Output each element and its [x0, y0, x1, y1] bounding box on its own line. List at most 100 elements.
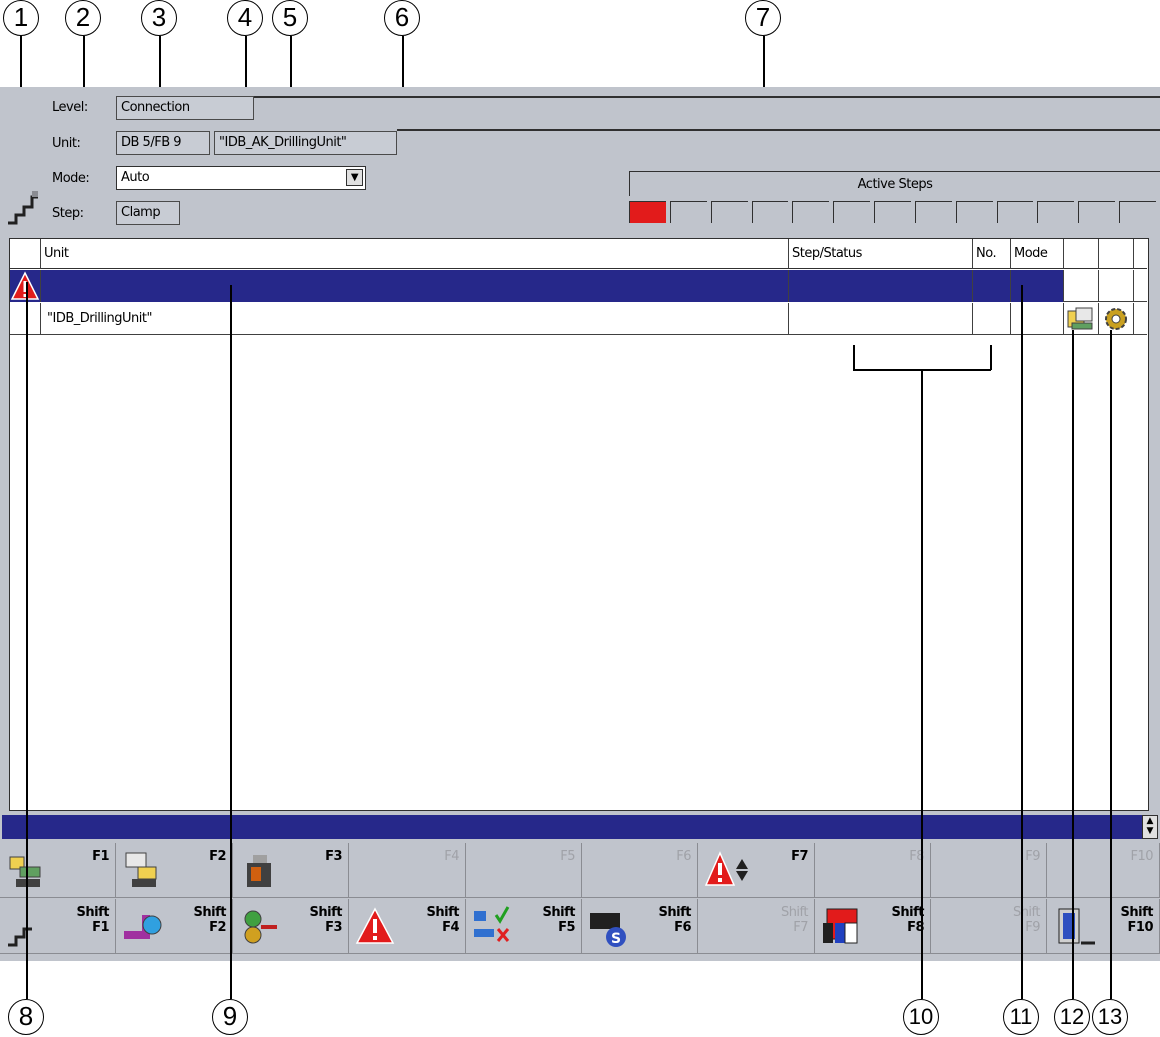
leader-line: [230, 285, 232, 999]
step-field: Clamp: [116, 201, 180, 225]
fkey-f1[interactable]: F1: [0, 843, 116, 898]
fkey-shift-f4[interactable]: Shift F4: [349, 899, 466, 954]
mode-cell: [1011, 270, 1064, 302]
level-line: [254, 96, 1160, 98]
alarm-navigation-icon: [704, 851, 748, 886]
col-extra-3: [1134, 239, 1147, 269]
fkey-shift-f9[interactable]: Shift F9: [931, 899, 1047, 954]
unit-line: [397, 129, 1160, 131]
fkey-shift-f7[interactable]: Shift F7: [698, 899, 815, 954]
callout-12: 12: [1054, 999, 1090, 1035]
fkey-f5[interactable]: F5: [466, 843, 582, 898]
step-status-cell: [789, 270, 973, 302]
col-unit[interactable]: Unit: [41, 239, 789, 269]
col-icon: [10, 239, 41, 269]
color-windows-icon: [823, 908, 858, 944]
extra-cell[interactable]: [1099, 303, 1134, 335]
no-cell: [973, 303, 1011, 335]
mode-label: Mode:: [52, 171, 90, 186]
fkey-label: Shift F6: [658, 905, 692, 935]
step-up-icon: [8, 927, 32, 947]
fkey-shift-f8[interactable]: Shift F8: [815, 899, 931, 954]
mode-value: Auto: [121, 170, 150, 185]
active-step-box: [751, 201, 789, 223]
col-extra-2: [1099, 239, 1134, 269]
active-steps-title: Active Steps: [629, 171, 1160, 196]
fkey-f3[interactable]: F3: [233, 843, 349, 898]
extra-cell: [1099, 270, 1134, 302]
svg-text:S: S: [611, 931, 621, 947]
table-row[interactable]: [10, 270, 1147, 302]
fkey-label: Shift F10: [1120, 905, 1154, 935]
col-mode[interactable]: Mode: [1011, 239, 1064, 269]
fkey-label: Shift F2: [193, 905, 227, 935]
fkey-f2[interactable]: F2: [116, 843, 233, 898]
fkey-label: Shift F8: [891, 905, 925, 935]
callout-2: 2: [65, 0, 101, 36]
fkey-f4[interactable]: F4: [349, 843, 466, 898]
exit-door-icon: [1058, 908, 1095, 945]
active-step-box: [1037, 201, 1075, 223]
callout-1: 1: [3, 0, 39, 36]
callout-3: 3: [141, 0, 177, 36]
table-row[interactable]: "IDB_DrillingUnit": [10, 303, 1147, 335]
fkey-shift-f2[interactable]: Shift F2: [116, 899, 233, 954]
active-step-box: [833, 201, 871, 223]
callout-5: 5: [272, 0, 308, 36]
fkey-label: F10: [1130, 849, 1153, 864]
level-label: Level:: [52, 100, 88, 115]
fkey-label: Shift F9: [1012, 905, 1041, 935]
fkey-f8[interactable]: F8: [815, 843, 931, 898]
leader-line: [853, 345, 855, 370]
unit-view-icon: [125, 852, 157, 887]
unit-name-field: "IDB_AK_DrillingUnit": [214, 131, 397, 155]
fkey-f9[interactable]: F9: [931, 843, 1047, 898]
extra-cell[interactable]: [1064, 303, 1099, 335]
chevron-down-icon[interactable]: ▼: [346, 169, 363, 186]
active-step-box: [996, 201, 1034, 223]
s-status-icon: S: [590, 913, 626, 947]
unit-label: Unit:: [52, 136, 81, 151]
fkey-f6[interactable]: F6: [582, 843, 698, 898]
overview-icon: [9, 856, 41, 887]
callout-8: 8: [8, 999, 44, 1035]
fkey-f7[interactable]: F7: [698, 843, 815, 898]
active-step-box: [955, 201, 993, 223]
callout-11: 11: [1003, 999, 1039, 1035]
screen: Level: Connection Unit: DB 5/FB 9 "IDB_A…: [0, 87, 1160, 961]
callout-10: 10: [903, 999, 939, 1035]
fkey-shift-f10[interactable]: Shift F10: [1047, 899, 1160, 954]
mode-dropdown[interactable]: Auto ▼: [116, 166, 366, 190]
col-step-status[interactable]: Step/Status: [789, 239, 973, 269]
callout-9: 9: [212, 999, 248, 1035]
step-icon: [8, 191, 38, 225]
active-step-box: [629, 201, 666, 223]
leader-line: [990, 345, 992, 370]
col-no[interactable]: No.: [973, 239, 1011, 269]
fkey-f10[interactable]: F10: [1047, 843, 1160, 898]
active-step-box: [1119, 201, 1156, 223]
fkey-label: Shift F3: [309, 905, 343, 935]
fkey-shift-f5[interactable]: Shift F5: [466, 899, 582, 954]
col-extra-1: [1064, 239, 1099, 269]
leader-line: [1110, 330, 1112, 999]
fkey-label: F7: [791, 849, 808, 864]
unit-db-field: DB 5/FB 9: [116, 131, 210, 155]
fkey-shift-f1[interactable]: Shift F1: [0, 899, 116, 954]
scroll-button[interactable]: ▲ ▼: [1142, 815, 1158, 839]
alarm-icon: [355, 907, 395, 944]
pipe-icon: [124, 915, 162, 939]
unit-table: Unit Step/Status No. Mode "IDB_DrillingU…: [9, 238, 1149, 811]
leader-line: [1072, 330, 1074, 999]
fkey-shift-f6[interactable]: S Shift F6: [582, 899, 698, 954]
leader-line: [921, 369, 923, 999]
fkey-label: F6: [676, 849, 691, 864]
transfer-icon: [244, 910, 277, 944]
level-field: Connection: [116, 96, 254, 120]
extra-cell: [1064, 270, 1099, 302]
network-ok-error-icon: [474, 906, 510, 942]
active-steps: Active Steps: [629, 171, 1160, 223]
no-cell: [973, 270, 1011, 302]
fkey-shift-f3[interactable]: Shift F3: [233, 899, 349, 954]
active-step-box: [710, 201, 748, 223]
